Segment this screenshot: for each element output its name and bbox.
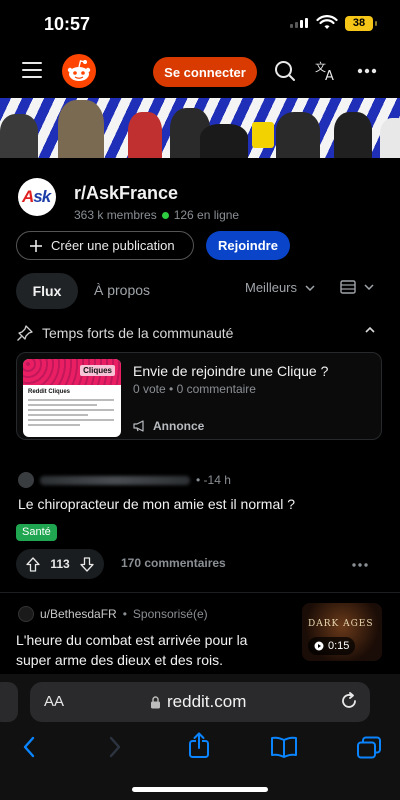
- forward-icon[interactable]: [108, 736, 122, 758]
- sponsored-label: Sponsorisé(e): [132, 607, 208, 621]
- highlight-card[interactable]: Cliques Reddit Cliques Envie de rejoindr…: [16, 352, 382, 440]
- text-size-button[interactable]: AA: [44, 693, 64, 710]
- address-bar[interactable]: AA reddit.com: [30, 682, 370, 722]
- play-icon: [314, 641, 324, 651]
- community-banner: [0, 98, 400, 158]
- menu-icon[interactable]: [22, 62, 42, 78]
- translate-icon[interactable]: 文 A: [315, 60, 339, 82]
- vote-score: 113: [50, 557, 70, 571]
- search-icon[interactable]: [274, 60, 296, 82]
- avatar-text-a: A: [22, 187, 34, 206]
- tab-feed[interactable]: Flux: [16, 273, 78, 309]
- browser-nav: [0, 732, 400, 764]
- vote-control: 113: [16, 549, 104, 579]
- more-options-icon[interactable]: [352, 563, 368, 567]
- video-duration: 0:15: [308, 637, 356, 655]
- chevron-up-icon[interactable]: [364, 326, 376, 334]
- highlight-title: Envie de rejoindre une Clique ?: [133, 363, 329, 379]
- lock-icon: [151, 695, 160, 708]
- highlights-title: Temps forts de la communauté: [42, 325, 234, 341]
- avatar: [18, 606, 34, 622]
- online-count: 126 en ligne: [173, 208, 240, 222]
- highlight-stats: 0 vote • 0 commentaire: [133, 382, 256, 396]
- domain-label: reddit.com: [167, 692, 247, 711]
- back-icon[interactable]: [22, 736, 36, 758]
- duration-label: 0:15: [328, 640, 350, 652]
- community-name: r/AskFrance: [74, 183, 179, 203]
- community-avatar: Ask: [18, 178, 56, 216]
- reddit-logo[interactable]: [62, 54, 96, 88]
- login-button[interactable]: Se connecter: [153, 57, 257, 87]
- divider: [0, 592, 400, 593]
- downvote-icon[interactable]: [80, 556, 94, 572]
- online-dot-icon: [161, 211, 169, 219]
- video-thumbnail[interactable]: DARK AGES 0:15: [302, 603, 382, 661]
- tabs-icon[interactable]: [356, 736, 382, 760]
- community-stats: 363 k membres 126 en ligne: [74, 208, 239, 222]
- thumb-label: Cliques: [80, 365, 115, 376]
- highlight-thumbnail: Cliques Reddit Cliques: [23, 359, 121, 437]
- post-flair[interactable]: Santé: [16, 524, 57, 541]
- highlight-comments: 0 commentaire: [176, 382, 256, 396]
- battery-icon: 38: [345, 16, 377, 31]
- snoo-icon: [67, 60, 91, 81]
- card-view-icon: [340, 280, 356, 294]
- plus-icon: [30, 239, 42, 252]
- chevron-down-icon: [305, 284, 315, 291]
- join-button[interactable]: Rejoindre: [206, 231, 290, 260]
- post-author[interactable]: u/BethesdaFR: [40, 607, 117, 621]
- chevron-down-icon: [364, 284, 374, 290]
- status-bar: 10:57 38: [0, 0, 400, 48]
- text-size-label: AA: [44, 693, 65, 710]
- avatar: [18, 472, 34, 488]
- member-count: 363 k membres: [74, 208, 157, 222]
- thumb-heading: Reddit Cliques: [28, 389, 71, 395]
- svg-text:A: A: [325, 69, 334, 82]
- wifi-icon: [316, 15, 338, 29]
- url-domain[interactable]: reddit.com: [150, 692, 246, 712]
- comments-button[interactable]: 170 commentaires: [121, 556, 226, 570]
- post-meta: • -14 h: [18, 472, 231, 488]
- avatar-text-sk: sk: [33, 187, 51, 206]
- sort-label: Meilleurs: [245, 280, 298, 295]
- tab-about[interactable]: À propos: [94, 282, 150, 298]
- post-meta: u/BethesdaFR • Sponsorisé(e): [18, 606, 208, 622]
- share-icon[interactable]: [188, 732, 210, 758]
- status-time: 10:57: [44, 14, 91, 34]
- home-indicator: [132, 787, 268, 792]
- sort-dropdown[interactable]: Meilleurs: [245, 280, 315, 295]
- browser-toolbar: AA reddit.com: [0, 674, 400, 800]
- create-post-button[interactable]: Créer une publication: [16, 231, 194, 260]
- pin-icon: [17, 325, 33, 341]
- reload-icon[interactable]: [340, 692, 358, 710]
- announcement-label: Annonce: [153, 419, 205, 433]
- app-header: Se connecter 文 A: [0, 48, 400, 96]
- view-mode-dropdown[interactable]: [340, 280, 374, 294]
- post-title[interactable]: L'heure du combat est arrivée pour la su…: [16, 630, 286, 670]
- post-title[interactable]: Le chiropracteur de mon amie est il norm…: [18, 496, 378, 512]
- previous-tab-peek[interactable]: [0, 682, 18, 722]
- highlight-votes: 0 vote: [133, 382, 166, 396]
- post-time: • -14 h: [196, 473, 231, 487]
- blurred-username: [40, 475, 190, 485]
- create-post-label: Créer une publication: [51, 238, 175, 253]
- bookmarks-icon[interactable]: [270, 736, 298, 758]
- cellular-signal-icon: [290, 18, 308, 28]
- megaphone-icon: [133, 420, 144, 432]
- thumb-text: DARK AGES: [308, 619, 374, 629]
- more-options-icon[interactable]: [357, 68, 377, 74]
- announcement-tag: Annonce: [133, 419, 204, 433]
- upvote-icon[interactable]: [26, 556, 40, 572]
